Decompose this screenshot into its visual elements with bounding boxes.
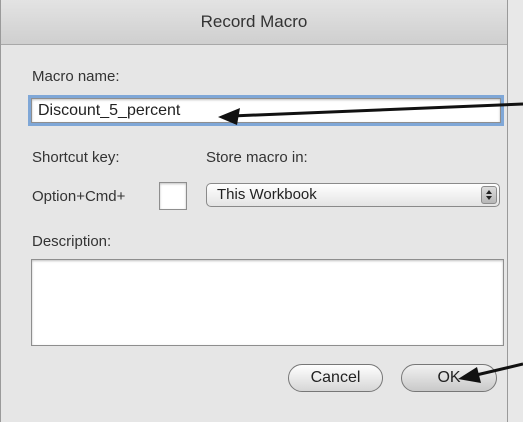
description-field[interactable] bbox=[31, 259, 504, 346]
cancel-button[interactable]: Cancel bbox=[288, 364, 383, 392]
store-macro-select[interactable]: This Workbook bbox=[206, 183, 500, 207]
shortcut-key-label: Shortcut key: bbox=[32, 149, 120, 166]
shortcut-prefix-label: Option+Cmd+ bbox=[32, 188, 126, 205]
macro-name-field[interactable]: Discount_5_percent bbox=[31, 98, 501, 123]
macro-name-label: Macro name: bbox=[32, 68, 120, 85]
dialog-title: Record Macro bbox=[1, 0, 507, 45]
ok-button[interactable]: OK bbox=[401, 364, 497, 392]
record-macro-dialog: Record Macro Macro name: Discount_5_perc… bbox=[0, 0, 508, 422]
shortcut-key-field[interactable] bbox=[159, 182, 187, 210]
store-macro-label: Store macro in: bbox=[206, 149, 308, 166]
chevron-updown-icon bbox=[481, 186, 497, 204]
store-macro-value: This Workbook bbox=[217, 186, 317, 203]
description-label: Description: bbox=[32, 233, 112, 250]
